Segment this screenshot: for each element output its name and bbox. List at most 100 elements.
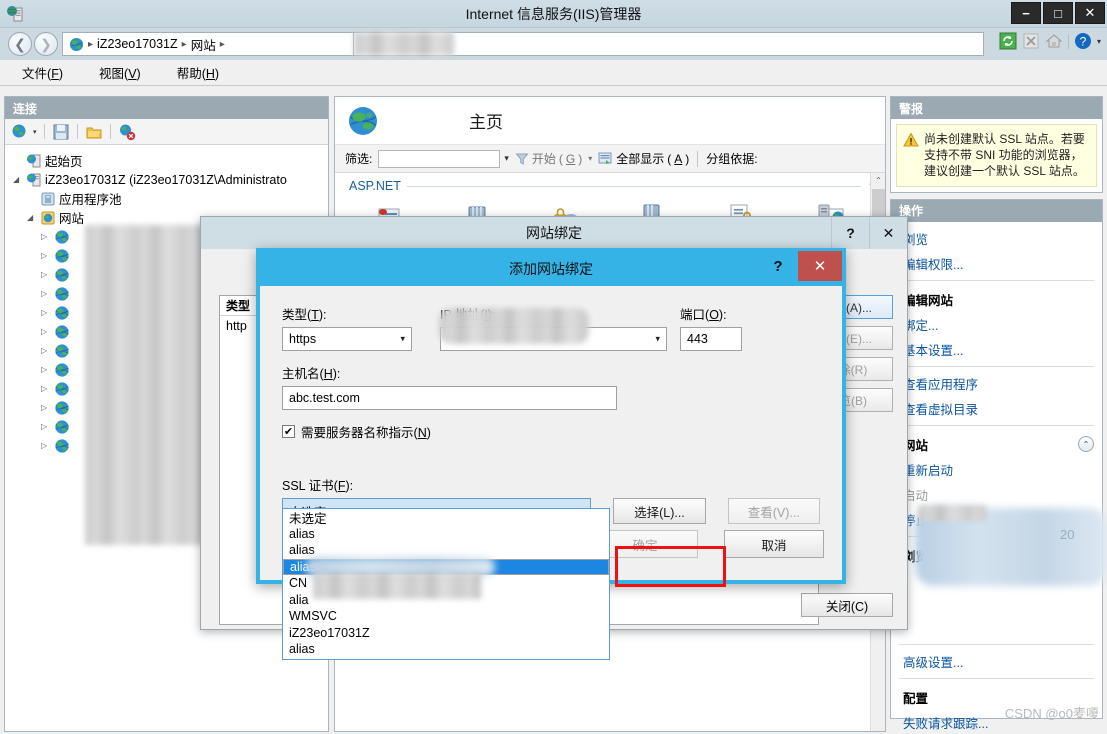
actions-list: 浏览 编辑权限... 编辑网站 绑定... 基本设置... 查看应用程序 查看虚拟目录 网站 ⌃… xyxy=(891,222,1102,734)
breadcrumb[interactable]: ▸ iZ23eo17031Z ▸ 网站 ▸ xyxy=(62,32,354,56)
type-select[interactable]: https ▾ xyxy=(282,327,412,351)
action-link-restart[interactable]: 重新启动 xyxy=(891,457,1102,482)
cert-option-8[interactable]: alias xyxy=(283,641,609,658)
breadcrumb-item-sites[interactable]: 网站 xyxy=(191,35,216,54)
save-icon[interactable] xyxy=(52,123,70,141)
action-link-basic-settings[interactable]: 基本设置... xyxy=(891,337,1102,362)
website-globe-icon xyxy=(55,362,69,377)
breadcrumb-item-server[interactable]: iZ23eo17031Z xyxy=(97,37,178,51)
start-page-icon xyxy=(27,154,41,167)
tree-arrow-website[interactable]: ▷ xyxy=(41,251,51,260)
add-binding-close-button[interactable]: ✕ xyxy=(798,251,842,281)
connect-to-icon[interactable] xyxy=(11,123,29,141)
collapse-icon[interactable]: ⌃ xyxy=(1078,436,1094,453)
content-header: 主页 xyxy=(335,97,885,145)
filter-start-caret-icon[interactable]: ▾ xyxy=(588,154,592,163)
menu-item-view[interactable]: 视图(V) xyxy=(95,61,145,84)
home-icon[interactable] xyxy=(1045,32,1063,50)
type-accel: T xyxy=(311,308,319,322)
actions-group-manage-website: 网站 ⌃ xyxy=(891,430,1102,457)
binding-row-1: 类型(T): https ▾ IP 地址(I): ▾ 端口(O): 443 xyxy=(282,304,820,351)
cert-option-5[interactable]: alia xyxy=(283,592,609,609)
sni-checkbox-row[interactable]: ✔ 需要服务器名称指示(N) xyxy=(282,422,820,441)
sni-checkbox[interactable]: ✔ xyxy=(282,425,295,438)
tree-arrow-website[interactable]: ▷ xyxy=(41,441,51,450)
site-bindings-help-button[interactable]: ? xyxy=(831,217,869,249)
menu-item-help[interactable]: 帮助(H) xyxy=(173,61,223,84)
filter-caret-icon[interactable]: ▾ xyxy=(504,153,509,164)
select-cert-button[interactable]: 选择(L)... xyxy=(613,498,706,524)
cert-option-3[interactable]: alias xyxy=(283,558,609,575)
cancel-button[interactable]: 取消 xyxy=(724,530,824,558)
action-link-advanced-settings[interactable]: 高级设置... xyxy=(891,649,1102,674)
disconnect-icon[interactable] xyxy=(118,123,136,141)
host-field-group: 主机名(H): abc.test.com xyxy=(282,363,820,410)
tree-arrow-website[interactable]: ▷ xyxy=(41,289,51,298)
action-link-bindings[interactable]: 绑定... xyxy=(891,312,1102,337)
alert-message-box: 尚未创建默认 SSL 站点。若要支持不带 SNI 功能的浏览器，建议创建一个默认… xyxy=(896,124,1097,187)
tree-label-website xyxy=(73,287,76,301)
show-all-button[interactable]: 全部显示(A) xyxy=(598,150,689,167)
tree-arrow-server[interactable]: ◢ xyxy=(13,175,23,184)
tree-node-start-page[interactable]: 起始页 xyxy=(13,151,328,170)
port-input[interactable]: 443 xyxy=(680,327,742,351)
cert-option-1[interactable]: alias xyxy=(283,526,609,543)
ip-select[interactable]: ▾ xyxy=(440,327,667,351)
tree-node-server[interactable]: ◢ iZ23eo17031Z (iZ23eo17031Z\Administrat… xyxy=(13,170,328,189)
action-link-view-virtual-directories[interactable]: 查看虚拟目录 xyxy=(891,396,1102,421)
tree-arrow-website[interactable]: ▷ xyxy=(41,346,51,355)
forward-arrow-icon[interactable]: ❯ xyxy=(34,32,58,56)
tree-arrow-website[interactable]: ▷ xyxy=(41,270,51,279)
sni-accel: N xyxy=(417,426,427,440)
group-by-label: 分组依据: xyxy=(706,152,758,166)
open-icon[interactable] xyxy=(85,123,103,141)
connect-to-caret-icon[interactable]: ▾ xyxy=(33,128,37,136)
filter-input[interactable] xyxy=(378,149,501,168)
cert-option-2[interactable]: alias xyxy=(283,542,609,559)
cert-option-6[interactable]: WMSVC xyxy=(283,608,609,625)
help-icon[interactable]: ? xyxy=(1074,32,1092,50)
host-label-text: 主机名 xyxy=(282,367,320,381)
dropdown-caret-icon[interactable]: ▾ xyxy=(1097,37,1101,46)
tree-arrow-website[interactable]: ▷ xyxy=(41,308,51,317)
tree-arrow-website[interactable]: ▷ xyxy=(41,384,51,393)
tree-arrow-website[interactable]: ▷ xyxy=(41,327,51,336)
add-binding-help-button[interactable]: ? xyxy=(758,251,798,281)
sites-folder-icon xyxy=(41,211,55,224)
website-globe-icon xyxy=(55,305,69,320)
tree-arrow-website[interactable]: ▷ xyxy=(41,422,51,431)
filter-start-button[interactable]: 开始(G) ▾ xyxy=(515,150,592,167)
host-label: 主机名(H): xyxy=(282,367,341,381)
cert-option-4[interactable]: CN xyxy=(283,575,609,592)
ssl-cert-dropdown[interactable]: 未选定 alias alias alias CN alia WMSVC iZ23eo17031… xyxy=(282,508,610,660)
refresh-icon[interactable] xyxy=(999,32,1017,50)
scroll-up-arrow-icon[interactable]: ⌃ xyxy=(872,173,885,187)
menu-item-file[interactable]: 文件(F) xyxy=(18,61,67,84)
server-icon xyxy=(27,173,41,186)
tree-arrow-website[interactable]: ▷ xyxy=(41,365,51,374)
back-arrow-icon[interactable]: ❮ xyxy=(8,32,32,56)
tree-label-website xyxy=(73,439,76,453)
cert-option-7[interactable]: iZ23eo17031Z xyxy=(283,625,609,642)
tree-arrow-website[interactable]: ▷ xyxy=(41,232,51,241)
tree-node-app-pools[interactable]: 应用程序池 xyxy=(13,189,328,208)
action-link-view-applications[interactable]: 查看应用程序 xyxy=(891,371,1102,396)
chevron-down-icon: ▾ xyxy=(400,333,405,344)
close-button[interactable]: ✕ xyxy=(1075,2,1105,24)
type-value: https xyxy=(289,332,317,346)
minimize-button[interactable]: − xyxy=(1011,2,1041,24)
stop-icon[interactable] xyxy=(1022,32,1040,50)
tree-arrow-sites[interactable]: ◢ xyxy=(27,213,37,222)
action-link-browse[interactable]: 浏览 xyxy=(891,226,1102,251)
dialog-action-buttons: 确定 取消 xyxy=(592,530,824,558)
tree-arrow-website[interactable]: ▷ xyxy=(41,403,51,412)
site-bindings-close-button[interactable]: ✕ xyxy=(869,217,907,249)
add-binding-title: 添加网站绑定 xyxy=(509,261,593,277)
bindings-close-button[interactable]: 关闭(C) xyxy=(801,593,893,617)
cert-option-0[interactable]: 未选定 xyxy=(283,509,609,526)
view-cert-button[interactable]: 查看(V)... xyxy=(727,498,820,524)
action-link-edit-permissions[interactable]: 编辑权限... xyxy=(891,251,1102,276)
host-input[interactable]: abc.test.com xyxy=(282,386,617,410)
maximize-button[interactable]: □ xyxy=(1043,2,1073,24)
add-binding-titlebar-buttons: ? ✕ xyxy=(758,251,842,281)
